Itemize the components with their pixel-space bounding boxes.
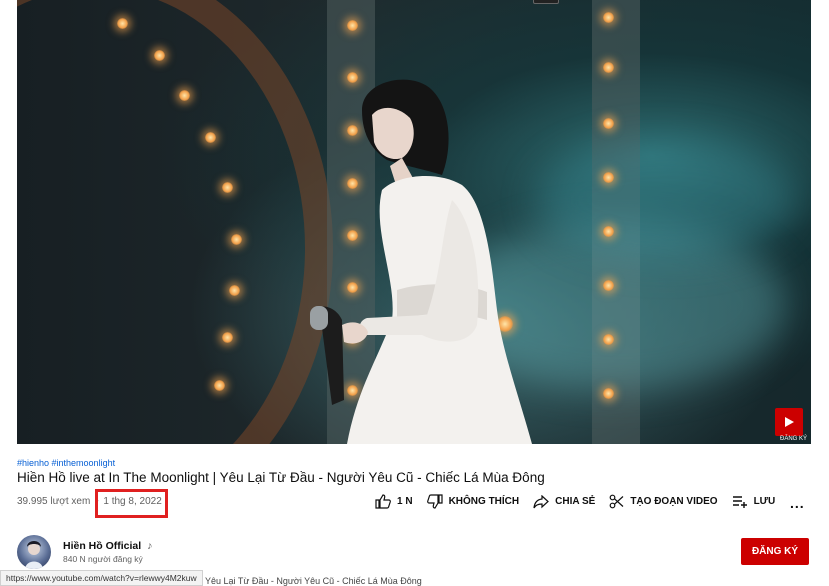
stage-light bbox=[603, 118, 614, 129]
channel-name-text: Hiền Hồ Official bbox=[63, 540, 142, 552]
stage-light bbox=[205, 132, 216, 143]
more-actions-button[interactable]: ... bbox=[790, 495, 805, 511]
video-actions: 1 N KHÔNG THÍCH CHIA SẺ TẠO ĐOẠN VIDEO L… bbox=[375, 494, 789, 509]
subscribe-button[interactable]: ĐĂNG KÝ bbox=[741, 538, 809, 565]
share-button[interactable]: CHIA SẺ bbox=[533, 494, 596, 509]
stage-light bbox=[603, 280, 614, 291]
clip-button[interactable]: TẠO ĐOẠN VIDEO bbox=[609, 494, 718, 509]
scissors-icon bbox=[609, 494, 624, 509]
music-note-icon: ♪ bbox=[147, 540, 153, 552]
video-title: Hiền Hồ live at In The Moonlight | Yêu L… bbox=[17, 470, 545, 485]
thumbs-up-icon bbox=[375, 494, 391, 509]
stage-light bbox=[347, 20, 358, 31]
hashtags-link[interactable]: #hienho #inthemoonlight bbox=[17, 458, 115, 468]
stage-arch bbox=[17, 0, 333, 444]
share-label: CHIA SẺ bbox=[555, 496, 596, 507]
dislike-label: KHÔNG THÍCH bbox=[448, 496, 520, 507]
stage-smoke bbox=[537, 140, 797, 260]
like-count: 1 N bbox=[397, 496, 413, 507]
save-button[interactable]: LƯU bbox=[732, 495, 776, 508]
stage-light bbox=[231, 234, 242, 245]
stage-light bbox=[603, 388, 614, 399]
play-icon bbox=[785, 417, 794, 427]
playlist-add-icon bbox=[732, 496, 747, 508]
subscriber-count: 840 N người đăng ký bbox=[63, 554, 143, 564]
date-highlight-box bbox=[95, 489, 168, 518]
stage-light bbox=[214, 380, 225, 391]
singer-figure bbox=[310, 79, 532, 444]
save-label: LƯU bbox=[753, 496, 776, 507]
stage-light bbox=[154, 50, 165, 61]
thumbs-down-icon bbox=[426, 494, 443, 509]
view-count: 39.995 lượt xem bbox=[17, 496, 91, 507]
channel-watermark-button[interactable] bbox=[775, 408, 803, 436]
like-button[interactable]: 1 N bbox=[375, 494, 413, 509]
stage-light bbox=[603, 12, 614, 23]
clip-label: TẠO ĐOẠN VIDEO bbox=[630, 496, 718, 507]
dislike-button[interactable]: KHÔNG THÍCH bbox=[426, 494, 520, 509]
share-icon bbox=[533, 494, 550, 508]
stage-light bbox=[603, 172, 614, 183]
stage-light bbox=[222, 332, 233, 343]
watermark-label: ĐĂNG KÝ bbox=[779, 436, 807, 442]
stage-light bbox=[179, 90, 190, 101]
avatar-portrait bbox=[25, 541, 43, 569]
description-preview: Yêu Lại Từ Đầu - Người Yêu Cũ - Chiếc Lá… bbox=[205, 576, 422, 586]
stage-light bbox=[603, 62, 614, 73]
stage-light bbox=[603, 334, 614, 345]
stage-light bbox=[117, 18, 128, 29]
player-toolbar-chip[interactable] bbox=[533, 0, 559, 4]
stage-light bbox=[603, 226, 614, 237]
channel-avatar[interactable] bbox=[17, 535, 51, 569]
stage-light bbox=[229, 285, 240, 296]
channel-name[interactable]: Hiền Hồ Official ♪ bbox=[63, 540, 152, 552]
stage-light bbox=[222, 182, 233, 193]
video-player[interactable]: ĐĂNG KÝ bbox=[17, 0, 811, 444]
